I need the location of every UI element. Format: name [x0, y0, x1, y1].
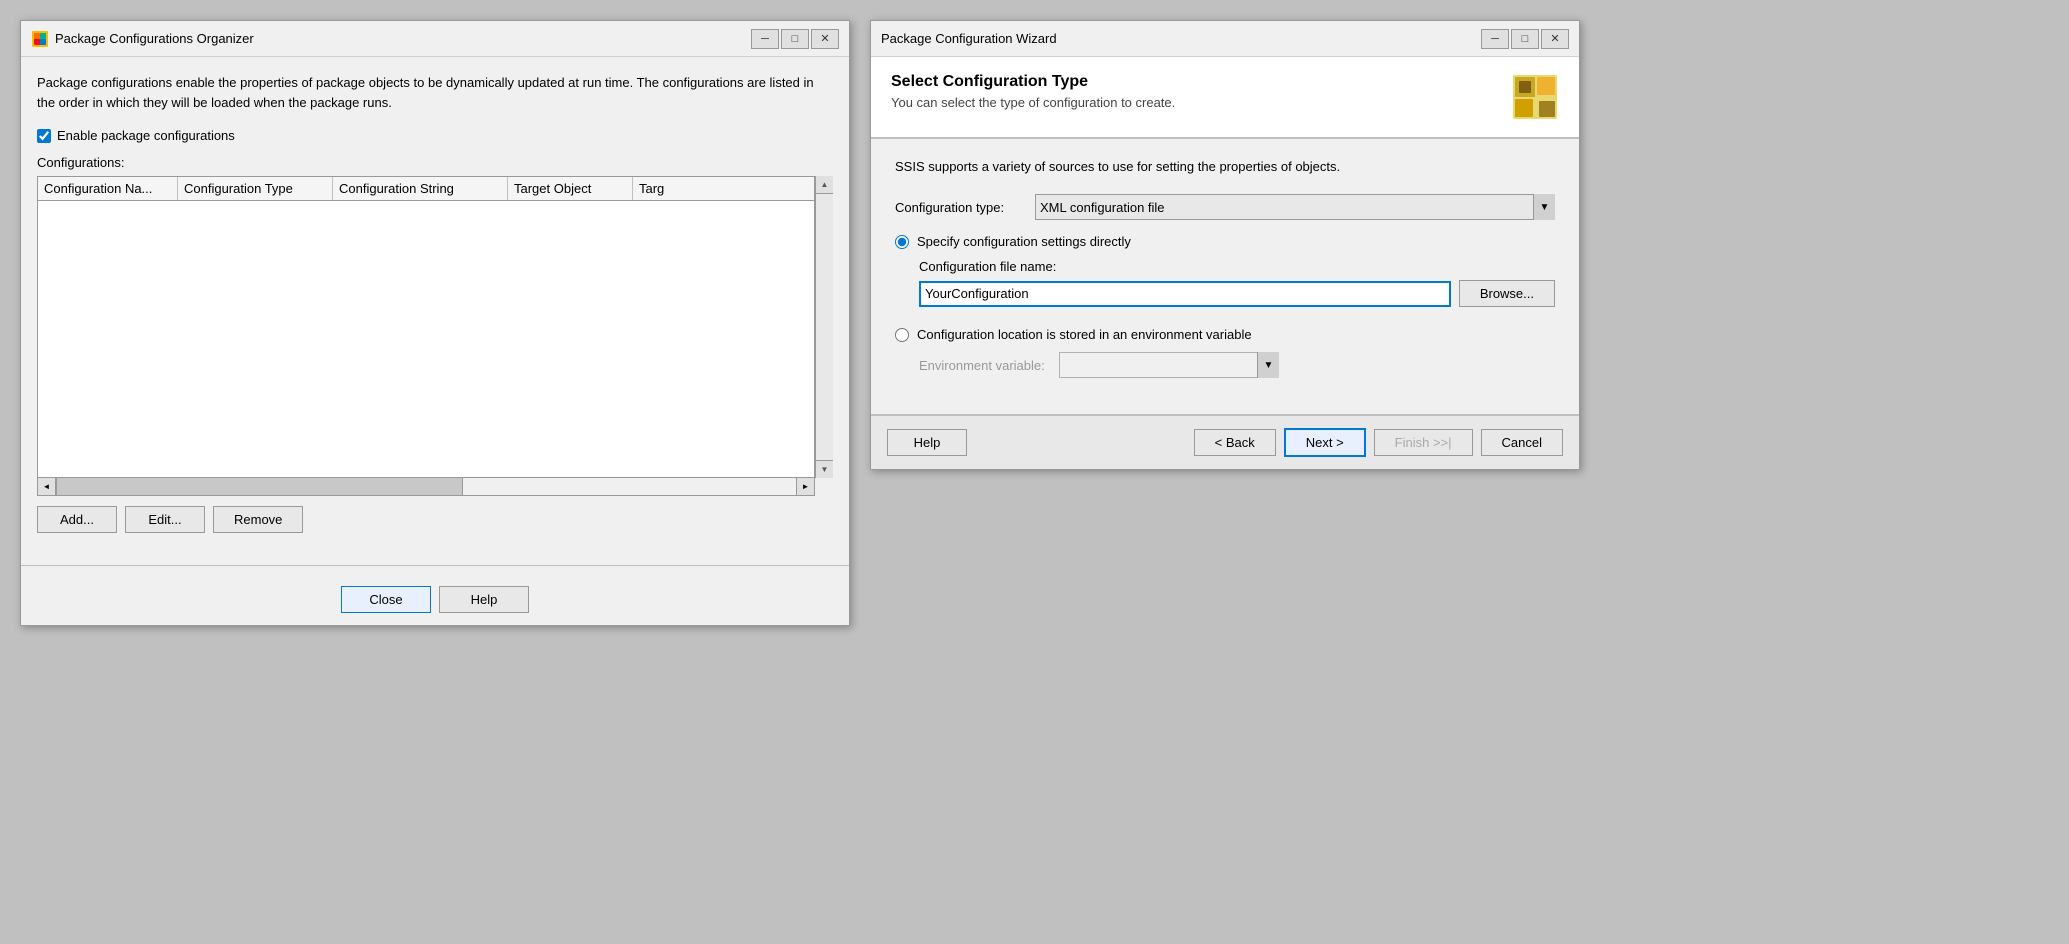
radio1-row: Specify configuration settings directly [895, 234, 1555, 249]
config-type-label: Configuration type: [895, 200, 1025, 215]
enable-checkbox-label: Enable package configurations [57, 128, 235, 143]
organizer-close-button[interactable]: ✕ [811, 29, 839, 49]
add-button[interactable]: Add... [37, 506, 117, 533]
table-body [38, 201, 814, 477]
h-scroll-track [56, 478, 796, 495]
organizer-title-text: Package Configurations Organizer [55, 31, 254, 46]
radio2-row: Configuration location is stored in an e… [895, 327, 1555, 342]
organizer-divider [21, 565, 849, 566]
scroll-left-button[interactable]: ◄ [38, 478, 56, 495]
organizer-minimize-button[interactable]: ─ [751, 29, 779, 49]
wizard-header-text: Select Configuration Type You can select… [891, 73, 1175, 110]
wizard-title-text: Package Configuration Wizard [881, 31, 1057, 46]
edit-button[interactable]: Edit... [125, 506, 205, 533]
scroll-track [816, 194, 833, 460]
wizard-minimize-button[interactable]: ─ [1481, 29, 1509, 49]
scroll-right-button[interactable]: ► [796, 478, 814, 495]
remove-button[interactable]: Remove [213, 506, 303, 533]
browse-button[interactable]: Browse... [1459, 280, 1555, 307]
table-header: Configuration Na... Configuration Type C… [38, 177, 814, 201]
config-file-input[interactable] [919, 281, 1451, 307]
config-file-label: Configuration file name: [919, 259, 1555, 274]
radio2-label: Configuration location is stored in an e… [917, 327, 1252, 342]
ssis-title-icon [31, 30, 49, 48]
configurations-label: Configurations: [37, 155, 833, 170]
config-file-input-row: Browse... [919, 280, 1555, 307]
wizard-heading: Select Configuration Type [891, 73, 1175, 91]
config-type-row: Configuration type: XML configuration fi… [895, 194, 1555, 220]
organizer-description: Package configurations enable the proper… [37, 73, 833, 112]
close-button[interactable]: Close [341, 586, 431, 613]
col-config-type: Configuration Type [178, 177, 333, 200]
enable-checkbox[interactable] [37, 129, 51, 143]
back-button[interactable]: < Back [1194, 429, 1276, 456]
wizard-footer: Help < Back Next > Finish >>| Cancel [871, 414, 1579, 469]
env-var-select [1059, 352, 1279, 378]
wizard-header-icon [1511, 73, 1559, 121]
configurations-table: Configuration Na... Configuration Type C… [37, 176, 815, 478]
wizard-title-bar: Package Configuration Wizard ─ □ ✕ [871, 21, 1579, 57]
wizard-title-controls: ─ □ ✕ [1481, 29, 1569, 49]
config-type-select-wrapper: XML configuration fileEnvironment variab… [1035, 194, 1555, 220]
col-targ: Targ [633, 177, 713, 200]
organizer-maximize-button[interactable]: □ [781, 29, 809, 49]
wizard-content: SSIS supports a variety of sources to us… [871, 139, 1579, 414]
env-var-label: Environment variable: [919, 358, 1049, 373]
organizer-window: Package Configurations Organizer ─ □ ✕ P… [20, 20, 850, 626]
wizard-header: Select Configuration Type You can select… [871, 57, 1579, 139]
enable-checkbox-row: Enable package configurations [37, 128, 833, 143]
scroll-up-button[interactable]: ▲ [816, 176, 833, 194]
radio-specify-directly[interactable] [895, 235, 909, 249]
wizard-close-button[interactable]: ✕ [1541, 29, 1569, 49]
cancel-button[interactable]: Cancel [1481, 429, 1563, 456]
horizontal-scrollbar[interactable]: ◄ ► [37, 478, 815, 496]
action-buttons: Add... Edit... Remove [37, 506, 833, 533]
organizer-content: Package configurations enable the proper… [21, 57, 849, 557]
organizer-title-controls: ─ □ ✕ [751, 29, 839, 49]
env-var-row: Environment variable: ▼ [919, 352, 1555, 378]
wizard-description: SSIS supports a variety of sources to us… [895, 159, 1555, 174]
help-button[interactable]: Help [439, 586, 529, 613]
organizer-title-bar: Package Configurations Organizer ─ □ ✕ [21, 21, 849, 57]
wizard-window: Package Configuration Wizard ─ □ ✕ Selec… [870, 20, 1580, 470]
config-type-select[interactable]: XML configuration fileEnvironment variab… [1035, 194, 1555, 220]
wizard-subheading: You can select the type of configuration… [891, 95, 1175, 110]
env-var-sub-form: Environment variable: ▼ [919, 352, 1555, 378]
radio-section: Specify configuration settings directly … [895, 234, 1555, 378]
col-config-name: Configuration Na... [38, 177, 178, 200]
h-scroll-thumb [56, 478, 463, 495]
wizard-help-button[interactable]: Help [887, 429, 967, 456]
col-config-string: Configuration String [333, 177, 508, 200]
col-target-object: Target Object [508, 177, 633, 200]
configurations-table-wrapper: Configuration Na... Configuration Type C… [37, 176, 833, 478]
env-var-select-wrapper: ▼ [1059, 352, 1279, 378]
config-file-sub-form: Configuration file name: Browse... [919, 259, 1555, 307]
wizard-title-left: Package Configuration Wizard [881, 31, 1057, 46]
next-button[interactable]: Next > [1284, 428, 1366, 457]
radio1-label: Specify configuration settings directly [917, 234, 1131, 249]
finish-button[interactable]: Finish >>| [1374, 429, 1473, 456]
vertical-scrollbar[interactable]: ▲ ▼ [815, 176, 833, 478]
organizer-title-left: Package Configurations Organizer [31, 30, 254, 48]
wizard-maximize-button[interactable]: □ [1511, 29, 1539, 49]
scroll-down-button[interactable]: ▼ [816, 460, 833, 478]
organizer-footer-buttons: Close Help [21, 574, 849, 625]
radio-env-variable[interactable] [895, 328, 909, 342]
